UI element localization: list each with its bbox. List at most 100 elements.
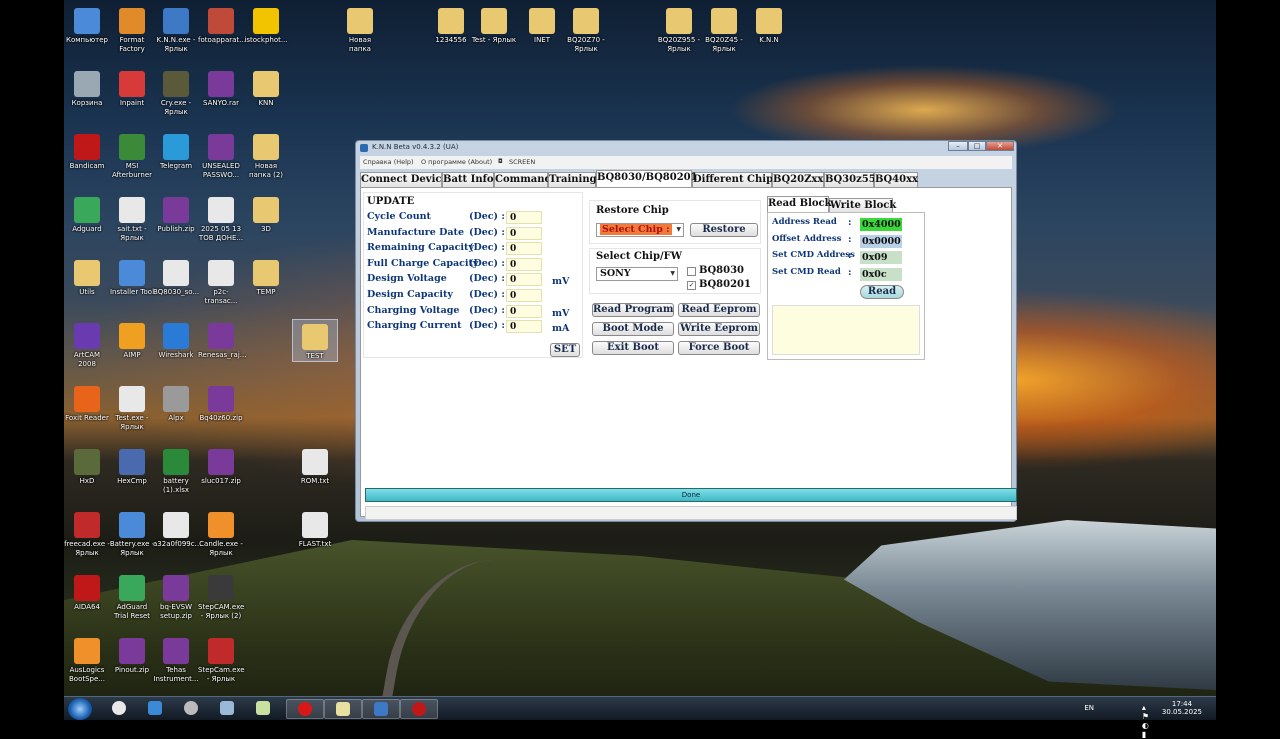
desktop-icon[interactable]: Renesas_raj... <box>198 319 246 360</box>
write-eeprom-button[interactable]: Write Eeprom <box>678 322 760 336</box>
block-field-input[interactable]: 0x0c <box>860 267 902 281</box>
desktop-icon[interactable]: AIDA64 <box>64 571 110 612</box>
taskbar-app3[interactable] <box>172 699 210 719</box>
desktop-icon[interactable]: Test - Ярлык <box>471 4 517 45</box>
update-field-input[interactable]: 0 <box>506 211 542 224</box>
desktop-icon[interactable]: StepCam.exe - Ярлык <box>198 634 245 684</box>
update-field-input[interactable]: 0 <box>506 242 542 256</box>
desktop-icon[interactable]: Bq40z60.zip <box>198 382 244 423</box>
desktop-icon[interactable]: BQ20Z45 - Ярлык <box>701 4 747 54</box>
desktop-icon[interactable]: FLAST.txt <box>292 508 338 549</box>
desktop-icon[interactable]: 2025 05 13 ТОВ ДОНЕ... <box>198 193 244 243</box>
desktop-icon[interactable]: Inpaint <box>109 67 155 108</box>
taskbar-calc[interactable] <box>208 699 246 719</box>
desktop-icon[interactable]: Test.exe - Ярлык <box>109 382 155 432</box>
desktop-icon[interactable]: BQ20Z70 - Ярлык <box>563 4 609 54</box>
menu-about[interactable]: О программе (About) <box>421 158 492 166</box>
desktop-icon[interactable]: ArtCAM 2008 <box>64 319 110 369</box>
language-indicator[interactable]: EN <box>1084 704 1094 712</box>
desktop-icon[interactable]: Pinout.zip <box>109 634 155 675</box>
desktop-icon[interactable]: INET <box>519 4 565 45</box>
knn-app-window[interactable]: K.N.N Beta v0.4.3.2 (UA) – □ ✕ Справка (… <box>355 140 1017 522</box>
desktop-icon[interactable]: BQ20Z955 - Ярлык <box>656 4 702 54</box>
desktop-icon[interactable]: ROM.txt <box>292 445 338 486</box>
block-field-input[interactable]: 0x09 <box>860 251 902 264</box>
restore-button[interactable]: Restore <box>690 223 758 237</box>
desktop-icon[interactable]: K.N.N.exe - Ярлык <box>153 4 199 54</box>
set-button[interactable]: SET <box>550 343 580 357</box>
exit-boot-button[interactable]: Exit Boot <box>592 341 674 355</box>
desktop-icon[interactable]: TEST <box>292 319 338 362</box>
desktop-icon[interactable]: sait.txt - Ярлык <box>109 193 155 243</box>
taskbar-knn[interactable] <box>362 699 400 719</box>
restore-chip-select[interactable]: Select Chip : ▼ <box>596 223 684 237</box>
desktop-icon[interactable]: freecad.exe - Ярлык <box>64 508 110 558</box>
minimize-button[interactable]: – <box>948 141 968 151</box>
tab-bq20zxx[interactable]: BQ20Zxx <box>772 172 824 187</box>
tab-bq8030[interactable]: BQ8030/BQ80201 <box>596 170 698 187</box>
desktop-icon[interactable]: Компьютер <box>64 4 110 45</box>
tab-training[interactable]: Training <box>548 172 597 187</box>
read-program-button[interactable]: Read Program <box>592 303 674 317</box>
update-field-input[interactable]: 0 <box>506 304 542 318</box>
desktop-icon[interactable]: StepCAM.exe - Ярлык (2) <box>198 571 244 621</box>
desktop-icon[interactable]: MSI Afterburner <box>109 130 155 180</box>
desktop-icon[interactable]: battery (1).xlsx <box>153 445 199 495</box>
bq80201-checkbox[interactable]: ✓ <box>687 281 696 290</box>
menu-help[interactable]: Справка (Help) <box>363 158 414 166</box>
desktop-icon[interactable]: fotoapparat... <box>198 4 246 45</box>
desktop-icon[interactable]: sluc017.zip <box>198 445 244 486</box>
taskbar-box[interactable] <box>136 699 174 719</box>
tab-bq30z55[interactable]: BQ30z55 <box>824 172 876 187</box>
update-field-input[interactable]: 0 <box>506 257 542 271</box>
desktop-icon[interactable]: KNN <box>243 67 289 108</box>
window-titlebar[interactable]: K.N.N Beta v0.4.3.2 (UA) – □ ✕ <box>356 141 1016 155</box>
force-boot-button[interactable]: Force Boot <box>678 341 760 355</box>
bq8030-checkbox[interactable] <box>687 267 696 276</box>
taskbar-ie[interactable] <box>100 699 138 719</box>
desktop-icon[interactable]: Корзина <box>64 67 110 108</box>
desktop-icon[interactable]: Новая папка (2) <box>243 130 289 180</box>
desktop-icon[interactable]: AusLogics BootSpe... <box>64 634 110 684</box>
read-button[interactable]: Read <box>860 285 904 299</box>
desktop-icon[interactable]: AdGuard Trial Reset <box>109 571 155 621</box>
taskbar-notepad[interactable] <box>244 699 282 719</box>
desktop-icon[interactable]: UNSEALED PASSWO... <box>198 130 244 180</box>
update-field-input[interactable]: 0 <box>506 273 542 287</box>
update-field-input[interactable]: 0 <box>506 226 542 240</box>
desktop-icon[interactable]: AIMP <box>109 319 155 360</box>
maximize-button[interactable]: □ <box>968 141 986 151</box>
desktop-icon[interactable]: bq-EVSW setup.zip <box>153 571 199 621</box>
taskbar-hxd[interactable] <box>324 699 362 719</box>
block-field-input[interactable]: 0x4000 <box>860 218 902 231</box>
taskbar-opera[interactable] <box>286 699 324 719</box>
desktop-icon[interactable]: HexCmp <box>109 445 155 486</box>
desktop-icon[interactable]: Utils <box>64 256 110 297</box>
close-button[interactable]: ✕ <box>986 141 1014 151</box>
desktop-icon[interactable]: Publish.zip <box>153 193 199 234</box>
menu-screen[interactable]: SCREEN <box>509 158 535 166</box>
desktop-icon[interactable]: Candle.exe - Ярлык <box>198 508 244 558</box>
desktop-icon[interactable]: SANYO.rar <box>198 67 244 108</box>
tab-read-block[interactable]: Read Block <box>767 196 832 212</box>
desktop-icon[interactable]: a32a0f099c... <box>153 508 201 549</box>
desktop-icon[interactable]: p2c-transac... <box>198 256 244 306</box>
desktop-icon[interactable]: 1234556 <box>428 4 474 45</box>
start-button[interactable] <box>68 698 92 720</box>
read-eeprom-button[interactable]: Read Eeprom <box>678 303 760 317</box>
tab-batt-info[interactable]: Batt Info <box>442 172 494 187</box>
desktop-icon[interactable]: Tehas Instrument... <box>153 634 199 684</box>
desktop-icon[interactable]: Adguard <box>64 193 110 234</box>
tab-different-chips[interactable]: Different Chips <box>692 172 779 187</box>
tray-clock[interactable]: 17:44 30.05.2025 <box>1162 700 1202 716</box>
tab-connect-device[interactable]: Connect Device <box>360 172 448 187</box>
tab-command[interactable]: Command <box>494 172 552 187</box>
desktop-icon[interactable]: Installer Tool <box>109 256 155 297</box>
desktop-icon[interactable]: Telegram <box>153 130 199 171</box>
update-field-input[interactable]: 0 <box>506 320 542 334</box>
desktop-icon[interactable]: Format Factory <box>109 4 155 54</box>
desktop-icon[interactable]: Foxit Reader <box>64 382 110 423</box>
desktop-icon[interactable]: istockphot... <box>243 4 289 45</box>
desktop-icon[interactable]: K.N.N <box>746 4 792 45</box>
update-field-input[interactable]: 0 <box>506 289 542 302</box>
